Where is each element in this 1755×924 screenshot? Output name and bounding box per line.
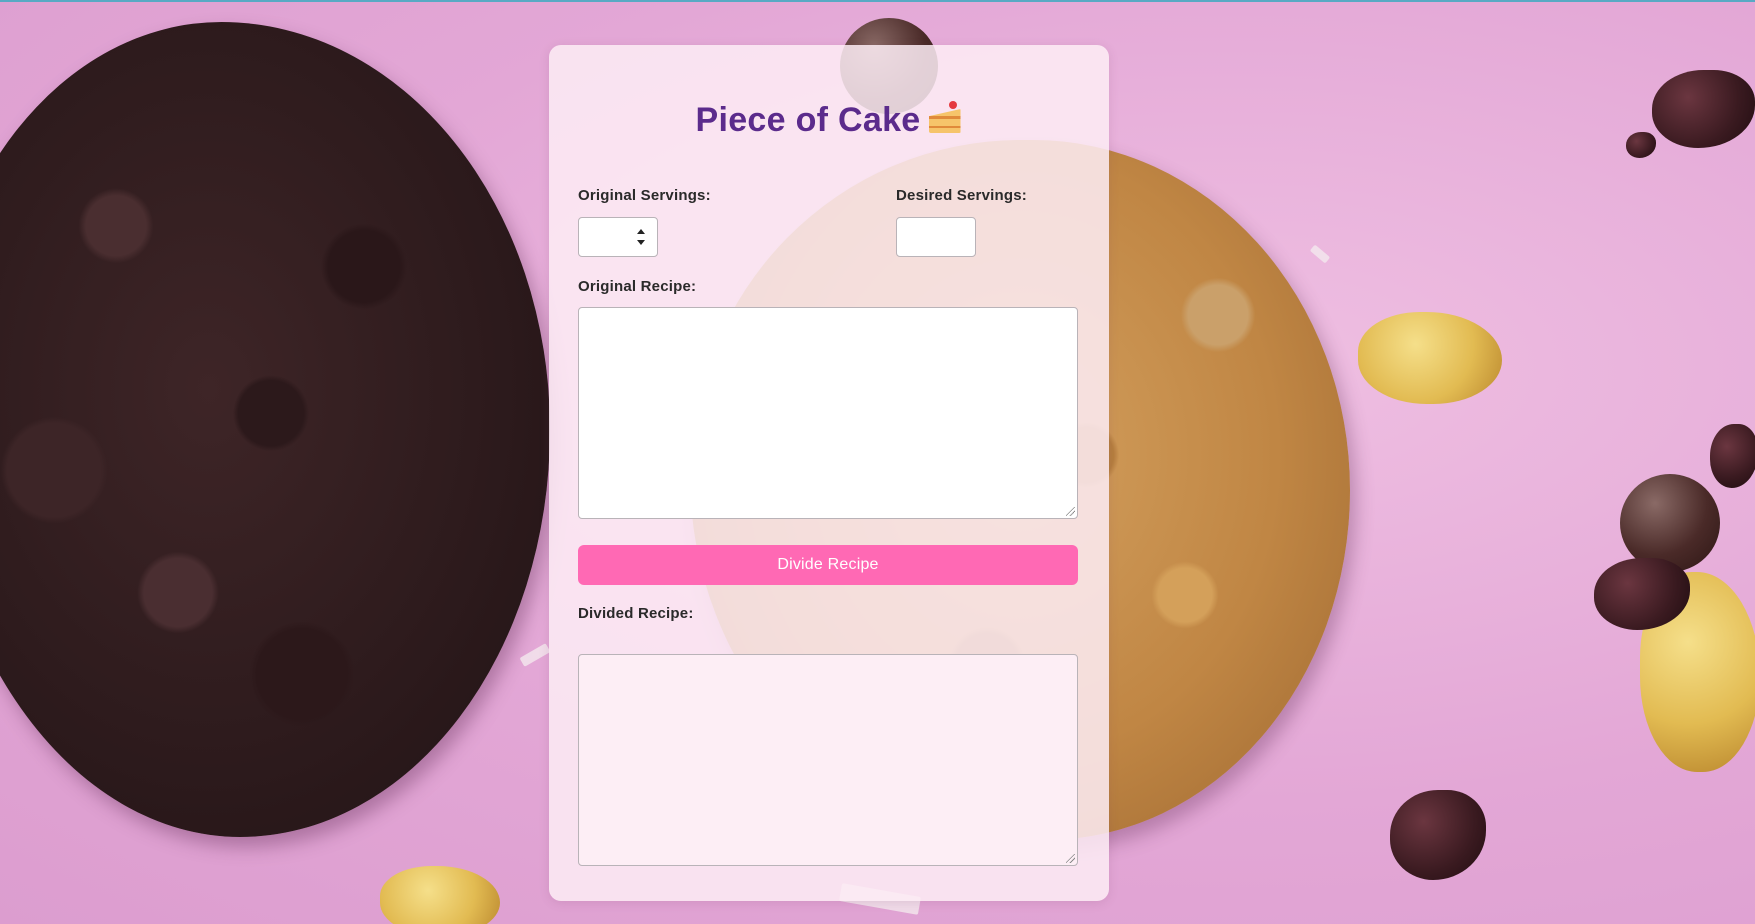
resize-handle-icon[interactable] xyxy=(1066,854,1075,863)
page-title: Piece of Cake xyxy=(695,101,921,139)
raisin-image xyxy=(1652,70,1755,148)
divided-recipe-label: Divided Recipe: xyxy=(578,605,694,622)
spin-up-icon[interactable] xyxy=(637,229,645,234)
spin-down-icon[interactable] xyxy=(637,240,645,245)
original-servings-label: Original Servings: xyxy=(578,187,711,204)
resize-handle-icon[interactable] xyxy=(1066,507,1075,516)
original-recipe-textarea[interactable] xyxy=(578,307,1078,519)
original-recipe-label: Original Recipe: xyxy=(578,278,697,295)
walnut-image xyxy=(380,866,500,924)
top-border-line xyxy=(0,0,1755,2)
coconut-flake-image xyxy=(519,643,551,667)
coconut-flake-image xyxy=(1309,244,1331,264)
cake-slice-icon xyxy=(927,101,963,135)
recipe-divider-card: Piece of Cake Original Servings: Desired… xyxy=(549,45,1109,901)
chocolate-cookie-image xyxy=(0,22,550,837)
raisin-image xyxy=(1710,424,1755,488)
raisin-image xyxy=(1390,790,1486,880)
original-servings-input[interactable] xyxy=(578,217,658,257)
desired-servings-label: Desired Servings: xyxy=(896,187,1027,204)
walnut-image xyxy=(1358,312,1502,404)
number-spinner-icon[interactable] xyxy=(636,229,646,245)
page-title-row: Piece of Cake xyxy=(549,101,1109,140)
desired-servings-input[interactable] xyxy=(896,217,976,257)
divide-recipe-button[interactable]: Divide Recipe xyxy=(578,545,1078,585)
raisin-image xyxy=(1626,132,1656,158)
divided-recipe-textarea[interactable] xyxy=(578,654,1078,866)
